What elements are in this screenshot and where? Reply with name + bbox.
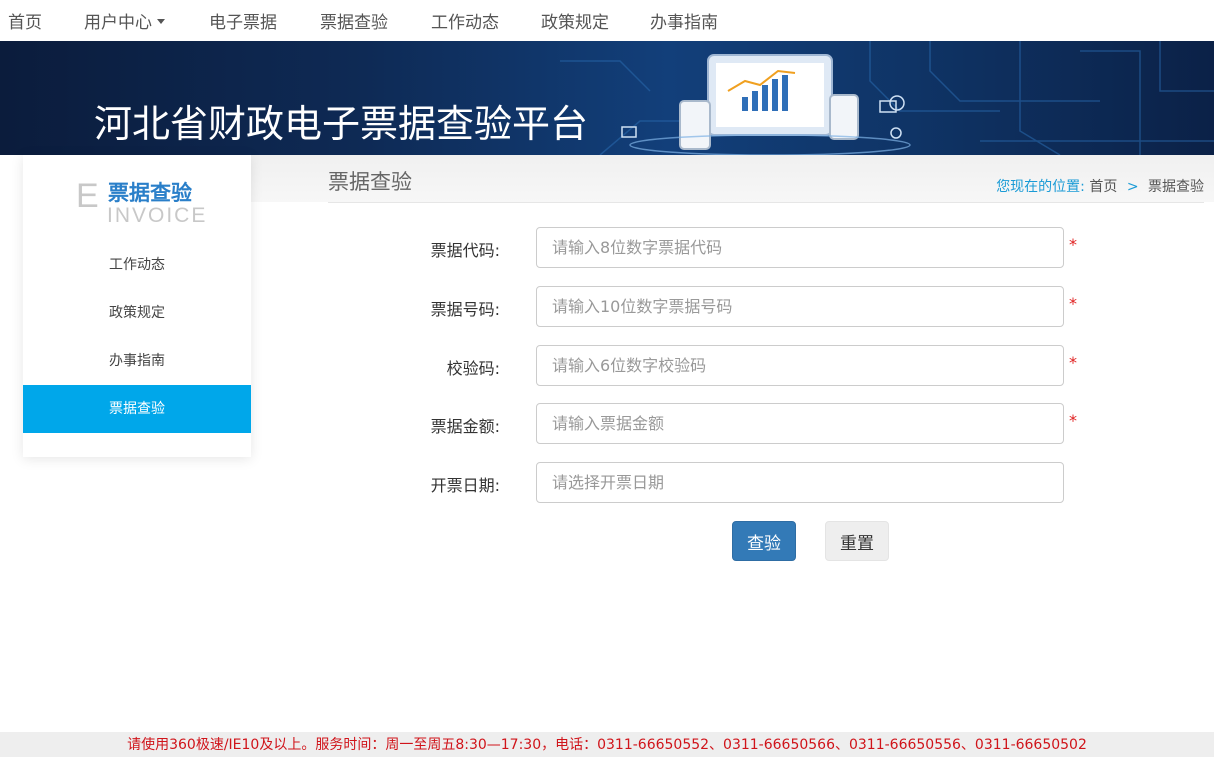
- amount-label: 票据金额:: [430, 417, 500, 436]
- page-title: 票据查验: [328, 170, 412, 194]
- nav-e-invoice[interactable]: 电子票据: [209, 8, 277, 33]
- nav-guide[interactable]: 办事指南: [650, 8, 718, 33]
- nav-user-center[interactable]: 用户中心: [84, 8, 165, 33]
- amount-input[interactable]: [536, 403, 1064, 444]
- sidebar-logo: E 票据查验 INVOICE: [23, 155, 251, 235]
- nav-policy[interactable]: 政策规定: [541, 8, 609, 33]
- form-row-issue-date: 开票日期:: [400, 462, 1100, 504]
- nav-user-center-label: 用户中心: [84, 13, 152, 33]
- top-navbar: 首页 用户中心 电子票据 票据查验 工作动态 政策规定 办事指南: [0, 0, 1214, 41]
- caret-down-icon: [157, 18, 165, 24]
- form-row-invoice-number: 票据号码: *: [400, 286, 1100, 328]
- invoice-number-label: 票据号码:: [430, 300, 500, 319]
- issue-date-label: 开票日期:: [430, 476, 500, 495]
- footer-notice: 请使用360极速/IE10及以上。服务时间：周一至周五8:30—17:30，电话…: [0, 732, 1214, 757]
- sidebar-item-invoice-check[interactable]: 票据查验: [23, 385, 251, 433]
- check-code-input[interactable]: [536, 345, 1064, 386]
- required-mark: *: [1069, 411, 1077, 430]
- breadcrumb: 您现在的位置: 首页 > 票据查验: [996, 176, 1204, 196]
- form-row-amount: 票据金额: *: [400, 403, 1100, 445]
- breadcrumb-label: 您现在的位置:: [996, 179, 1085, 195]
- nav-home[interactable]: 首页: [8, 8, 42, 33]
- breadcrumb-home[interactable]: 首页: [1089, 179, 1117, 195]
- check-button[interactable]: 查验: [732, 521, 796, 561]
- nav-work-news[interactable]: 工作动态: [431, 8, 499, 33]
- sidebar-item-work-news[interactable]: 工作动态: [23, 241, 251, 289]
- logo-title: 票据查验: [108, 181, 192, 205]
- form-row-invoice-code: 票据代码: *: [400, 227, 1100, 269]
- sidebar-item-policy[interactable]: 政策规定: [23, 289, 251, 337]
- header-banner: 河北省财政电子票据查验平台: [0, 41, 1214, 155]
- breadcrumb-current: 票据查验: [1148, 179, 1204, 195]
- site-title: 河北省财政电子票据查验平台: [94, 102, 589, 146]
- issue-date-input[interactable]: [536, 462, 1064, 503]
- invoice-number-input[interactable]: [536, 286, 1064, 327]
- breadcrumb-separator: >: [1126, 179, 1139, 195]
- sidebar-item-guide[interactable]: 办事指南: [23, 337, 251, 385]
- logo-subtitle: INVOICE: [107, 204, 208, 227]
- logo-letter: E: [76, 177, 99, 215]
- required-mark: *: [1069, 294, 1077, 313]
- required-mark: *: [1069, 353, 1077, 372]
- form-row-check-code: 校验码: *: [400, 345, 1100, 387]
- sidebar: E 票据查验 INVOICE 工作动态 政策规定 办事指南 票据查验: [23, 155, 251, 457]
- check-code-label: 校验码:: [446, 359, 500, 378]
- required-mark: *: [1069, 235, 1077, 254]
- nav-invoice-check[interactable]: 票据查验: [320, 8, 388, 33]
- reset-button[interactable]: 重置: [825, 521, 889, 561]
- invoice-code-label: 票据代码:: [430, 241, 500, 260]
- invoice-code-input[interactable]: [536, 227, 1064, 268]
- divider: [328, 202, 1204, 203]
